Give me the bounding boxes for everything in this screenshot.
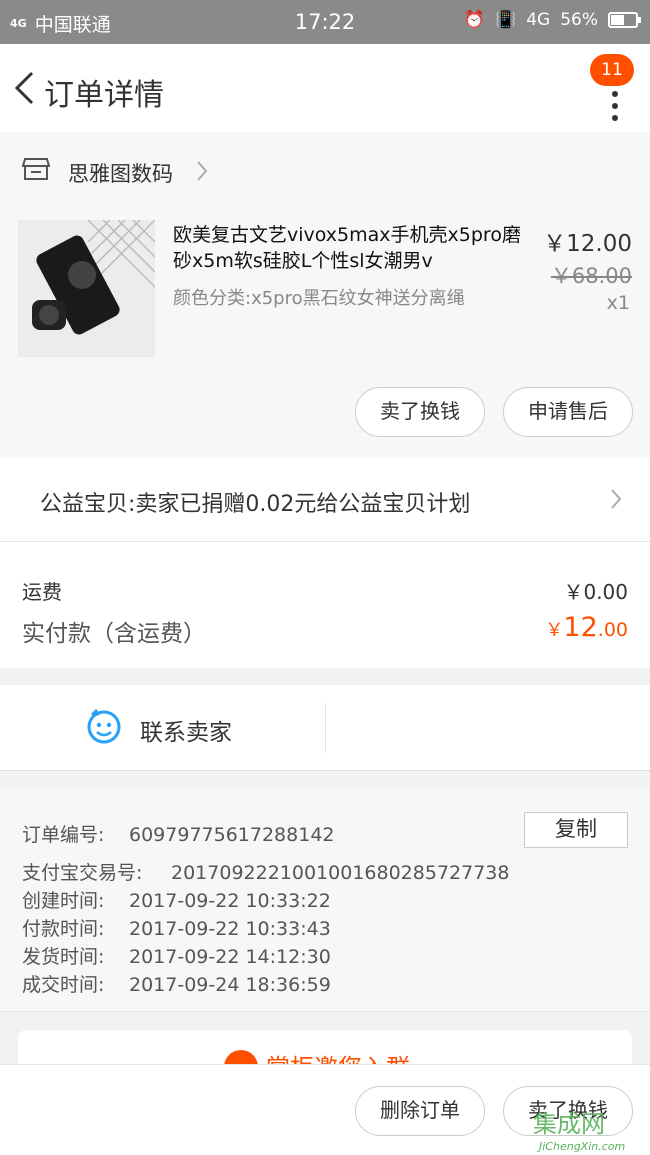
fee-summary: 运费 ￥0.00 实付款（含运费） ￥12.00 <box>0 542 650 668</box>
watermark-logo: 集成网 JiChengXin.com <box>533 1104 650 1155</box>
order-number-row: 订单编号: 60979775617288142 <box>22 820 335 847</box>
contact-bar: 联系卖家 <box>0 685 650 771</box>
done-label: 成交时间: <box>22 974 105 996</box>
price-original: ￥68.00 <box>550 264 632 288</box>
product-sku: 颜色分类:x5pro黑石纹女神送分离绳 <box>173 288 465 309</box>
quantity: x1 <box>606 292 630 314</box>
charity-row[interactable]: 公益宝贝:卖家已捐赠0.02元给公益宝贝计划 <box>0 458 650 542</box>
created-label: 创建时间: <box>22 890 105 912</box>
shipping-value: ￥0.00 <box>563 580 628 604</box>
battery-percent: 56% <box>560 10 598 30</box>
chat-icon <box>87 709 121 744</box>
sell-for-cash-button[interactable]: 卖了换钱 <box>355 387 485 437</box>
shipped-time: 2017-09-22 14:12:30 <box>129 946 331 968</box>
chevron-right-icon <box>611 489 622 509</box>
product-card: 欧美复古文艺vivox5max手机壳x5pro磨砂x5m软s硅胶L个性sl女潮男… <box>0 210 650 458</box>
more-menu-icon[interactable] <box>610 84 620 128</box>
battery-icon <box>608 12 641 28</box>
paid-integer: 12 <box>563 612 598 643</box>
paid-time: 2017-09-22 10:33:43 <box>129 918 331 940</box>
copy-button[interactable]: 复制 <box>524 812 628 848</box>
shipping-label: 运费 <box>22 580 62 604</box>
status-bar: 4G 中国联通 17:22 ⏰ 📳 4G 56% <box>0 0 650 44</box>
shipped-row: 发货时间: 2017-09-22 14:12:30 <box>22 942 331 969</box>
done-time: 2017-09-24 18:36:59 <box>129 974 331 996</box>
paid-time-label: 付款时间: <box>22 918 105 940</box>
alipay-label: 支付宝交易号: <box>22 862 143 884</box>
chevron-right-icon <box>197 161 208 181</box>
alarm-icon: ⏰ <box>463 10 486 30</box>
created-time: 2017-09-22 10:33:22 <box>129 890 331 912</box>
battery-fill <box>611 15 624 25</box>
back-arrow-icon[interactable] <box>12 70 38 106</box>
product-title[interactable]: 欧美复古文艺vivox5max手机壳x5pro磨砂x5m软s硅胶L个性sl女潮男… <box>173 222 533 274</box>
divider <box>325 703 326 753</box>
network-type: 4G <box>526 10 551 30</box>
created-row: 创建时间: 2017-09-22 10:33:22 <box>22 886 331 913</box>
message-badge[interactable]: 11 <box>590 54 634 86</box>
price-current: ￥12.00 <box>543 231 632 257</box>
contact-seller-button[interactable]: 联系卖家 <box>140 713 232 747</box>
order-number: 60979775617288142 <box>129 824 335 846</box>
shop-icon <box>22 158 50 180</box>
alipay-number: 2017092221001001680285727738 <box>171 862 510 884</box>
shop-name[interactable]: 思雅图数码 <box>68 158 173 188</box>
paid-currency: ￥ <box>545 620 564 641</box>
page-header: 订单详情 11 <box>0 44 650 132</box>
order-info: 订单编号: 60979775617288142 复制 支付宝交易号: 2017092… <box>0 788 650 1012</box>
paid-amount: ￥12.00 <box>545 612 628 643</box>
paid-row: 付款时间: 2017-09-22 10:33:43 <box>22 914 331 941</box>
product-thumbnail[interactable] <box>18 220 155 357</box>
page-title: 订单详情 <box>44 78 164 113</box>
after-sale-button[interactable]: 申请售后 <box>503 387 633 437</box>
charity-text: 公益宝贝:卖家已捐赠0.02元给公益宝贝计划 <box>40 492 471 517</box>
shipped-label: 发货时间: <box>22 946 105 968</box>
done-row: 成交时间: 2017-09-24 18:36:59 <box>22 970 331 997</box>
alipay-row: 支付宝交易号: 2017092221001001680285727738 <box>22 858 509 885</box>
delete-order-button[interactable]: 删除订单 <box>355 1086 485 1136</box>
paid-label: 实付款（含运费） <box>22 621 206 647</box>
paid-decimal: .00 <box>597 619 628 641</box>
watermark-url: JiChengXin.com <box>539 1140 626 1153</box>
watermark-text: 集成网 <box>533 1110 605 1138</box>
order-number-label: 订单编号: <box>22 824 105 846</box>
vibrate-icon: 📳 <box>495 10 517 30</box>
shop-row[interactable]: 思雅图数码 <box>0 132 650 210</box>
